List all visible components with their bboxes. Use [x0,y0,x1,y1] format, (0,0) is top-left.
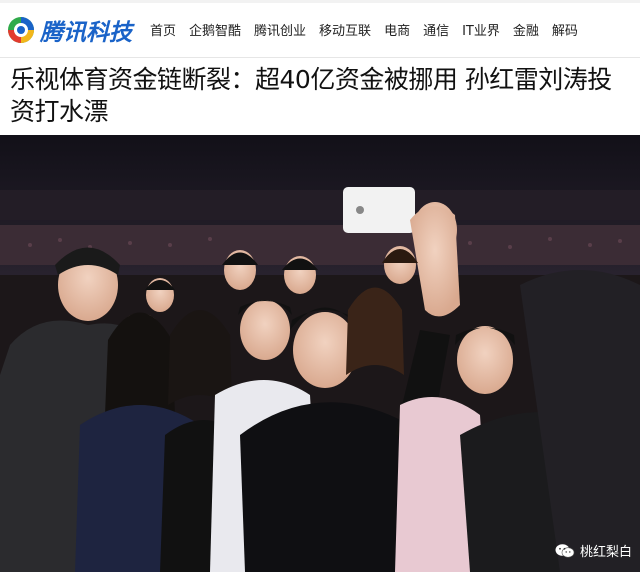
nav-item-telecom[interactable]: 通信 [423,20,449,39]
nav-item-decode[interactable]: 解码 [552,20,578,39]
header-divider [0,57,640,58]
article-photo: 桃红梨白 [0,135,640,572]
selfie-photo-illustration [0,135,640,572]
article-headline: 乐视体育资金链断裂：超40亿资金被挪用 孙红雷刘涛投资打水漂 [10,65,612,126]
header-top-strip [0,0,640,3]
nav-item-finance[interactable]: 金融 [513,20,539,39]
nav-item-home[interactable]: 首页 [150,20,176,39]
wechat-icon [555,543,575,559]
logo-text: 腾讯科技 [40,19,132,46]
site-logo[interactable]: 腾讯科技 [6,12,132,48]
nav-item-mobile-internet[interactable]: 移动互联 [319,20,371,39]
photo-watermark: 桃红梨白 [555,541,632,560]
site-header: 腾讯科技 首页 企鹅智酷 腾讯创业 移动互联 电商 通信 IT业界 金融 解码 [0,0,640,58]
nav-item-it-industry[interactable]: IT业界 [462,20,500,39]
nav-item-startup[interactable]: 腾讯创业 [254,20,306,39]
tencent-logo-icon [6,15,36,45]
main-nav: 首页 企鹅智酷 腾讯创业 移动互联 电商 通信 IT业界 金融 解码 [150,20,591,39]
nav-item-penguin-intelligence[interactable]: 企鹅智酷 [189,20,241,39]
watermark-text: 桃红梨白 [579,545,632,560]
nav-item-ecommerce[interactable]: 电商 [384,20,410,39]
